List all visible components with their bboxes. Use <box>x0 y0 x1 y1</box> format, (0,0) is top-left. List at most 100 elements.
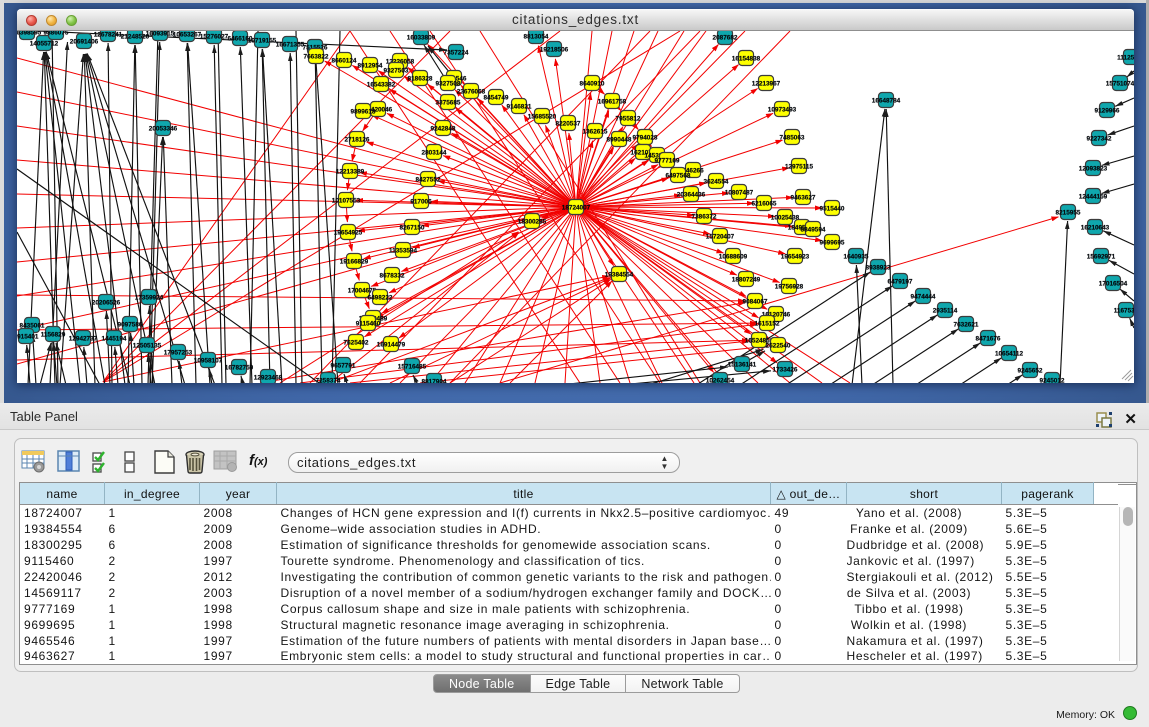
svg-text:12942737: 12942737 <box>69 336 98 343</box>
svg-text:8849594: 8849594 <box>801 227 826 234</box>
svg-text:10107553: 10107553 <box>332 198 361 205</box>
svg-text:8186328: 8186328 <box>408 76 433 83</box>
svg-text:10973493: 10973493 <box>768 107 797 114</box>
svg-text:12093823: 12093823 <box>1079 166 1108 173</box>
svg-text:18724007: 18724007 <box>562 205 591 212</box>
svg-text:9097586: 9097586 <box>118 322 143 329</box>
svg-text:12213389: 12213389 <box>336 169 365 176</box>
svg-text:7625402: 7625402 <box>344 340 369 347</box>
svg-text:12444159: 12444159 <box>1079 194 1108 201</box>
svg-text:8990448: 8990448 <box>607 137 632 144</box>
svg-text:9699695: 9699695 <box>820 240 845 247</box>
svg-text:16914479: 16914479 <box>377 342 406 349</box>
svg-text:19654923: 19654923 <box>781 254 810 261</box>
svg-text:9463627: 9463627 <box>791 195 816 202</box>
svg-text:7386372: 7386372 <box>692 214 717 221</box>
svg-text:1445194: 1445194 <box>102 336 127 343</box>
svg-text:2935114: 2935114 <box>933 308 958 315</box>
svg-text:10653267: 10653267 <box>173 32 202 39</box>
svg-text:11353594: 11353594 <box>389 248 418 255</box>
svg-text:3915401: 3915401 <box>17 334 39 341</box>
svg-text:20364436: 20364436 <box>677 192 706 199</box>
svg-text:7485063: 7485063 <box>780 135 805 142</box>
svg-text:8938923: 8938923 <box>866 265 891 272</box>
svg-text:16782759: 16782759 <box>225 365 254 372</box>
svg-text:9245012: 9245012 <box>1040 378 1065 384</box>
svg-text:8427552: 8427552 <box>416 177 441 184</box>
svg-text:9227342: 9227342 <box>1087 136 1112 143</box>
svg-text:9657791: 9657791 <box>331 363 356 370</box>
svg-text:7258374: 7258374 <box>316 378 341 384</box>
svg-text:19218506: 19218506 <box>540 47 569 54</box>
svg-text:20053346: 20053346 <box>149 126 178 133</box>
svg-text:20691406: 20691406 <box>70 39 99 46</box>
svg-text:16210643: 16210643 <box>1081 225 1110 232</box>
svg-text:917006: 917006 <box>410 199 432 206</box>
svg-text:6216065: 6216065 <box>752 201 777 208</box>
svg-text:7357224: 7357224 <box>444 50 469 57</box>
svg-text:8678332: 8678332 <box>380 273 405 280</box>
svg-text:8471676: 8471676 <box>976 336 1001 343</box>
svg-text:9327503: 9327503 <box>384 68 409 75</box>
svg-text:12975115: 12975115 <box>785 164 814 171</box>
svg-text:8817904: 8817904 <box>422 379 447 384</box>
svg-text:15720407: 15720407 <box>706 234 735 241</box>
svg-text:16543382: 16543382 <box>367 82 396 89</box>
svg-text:12505135: 12505135 <box>133 343 162 350</box>
svg-text:16093915: 16093915 <box>146 31 175 38</box>
svg-text:16648784: 16648784 <box>872 98 901 105</box>
svg-text:8640910: 8640910 <box>580 81 605 88</box>
svg-text:9146821: 9146821 <box>507 104 532 111</box>
svg-text:19756928: 19756928 <box>775 284 804 291</box>
svg-text:7663822: 7663822 <box>304 54 329 61</box>
svg-text:12213967: 12213967 <box>752 81 781 88</box>
svg-text:9129966: 9129966 <box>1095 108 1120 115</box>
svg-text:9245652: 9245652 <box>1018 368 1043 375</box>
svg-text:1640935: 1640935 <box>844 254 869 261</box>
svg-text:8912954: 8912954 <box>358 63 383 70</box>
svg-text:2718126: 2718126 <box>345 137 370 144</box>
svg-text:9327508: 9327508 <box>436 81 461 88</box>
svg-text:8215955: 8215955 <box>1056 210 1081 217</box>
svg-text:8660124: 8660124 <box>332 58 357 65</box>
svg-text:8454749: 8454749 <box>484 95 509 102</box>
svg-text:17016504: 17016504 <box>1099 281 1128 288</box>
svg-text:9886075: 9886075 <box>44 31 69 37</box>
svg-text:3624554: 3624554 <box>704 179 729 186</box>
svg-text:9515440: 9515440 <box>820 206 845 213</box>
svg-text:16154838: 16154838 <box>732 56 761 63</box>
svg-text:10807487: 10807487 <box>725 190 754 197</box>
svg-text:7955812: 7955812 <box>616 116 641 123</box>
svg-text:18300295: 18300295 <box>518 219 547 226</box>
svg-text:15751074: 15751074 <box>1106 81 1134 88</box>
svg-text:14055712: 14055712 <box>30 41 59 48</box>
svg-text:19654925: 19654925 <box>334 230 363 237</box>
svg-text:10688609: 10688609 <box>719 254 748 261</box>
svg-text:16033809: 16033809 <box>407 35 436 42</box>
svg-text:2522540: 2522540 <box>766 343 791 350</box>
svg-text:17359924: 17359924 <box>135 295 164 302</box>
svg-text:15692971: 15692971 <box>1087 254 1116 261</box>
svg-text:6479197: 6479197 <box>888 279 913 286</box>
svg-text:8267150: 8267150 <box>400 225 425 232</box>
svg-text:12678241: 12678241 <box>94 32 123 39</box>
svg-text:19384554: 19384554 <box>605 272 634 279</box>
svg-text:1615152: 1615152 <box>755 321 780 328</box>
svg-text:20206526: 20206526 <box>92 300 121 307</box>
svg-text:1167533: 1167533 <box>1114 308 1134 315</box>
svg-text:6498222: 6498222 <box>368 295 393 302</box>
svg-text:15276027: 15276027 <box>200 34 229 41</box>
svg-text:9777169: 9777169 <box>655 158 680 165</box>
svg-text:9115460: 9115460 <box>356 321 381 328</box>
svg-text:15136141: 15136141 <box>728 362 757 369</box>
svg-text:8813054: 8813054 <box>524 34 549 41</box>
svg-text:11125439: 11125439 <box>1117 55 1134 62</box>
svg-text:6497568: 6497568 <box>666 173 691 180</box>
svg-text:12923468: 12923468 <box>254 375 283 382</box>
svg-text:1156829: 1156829 <box>41 332 66 339</box>
svg-text:23676068: 23676068 <box>457 89 486 96</box>
svg-text:2087682: 2087682 <box>713 35 738 42</box>
svg-text:10654112: 10654112 <box>995 351 1024 358</box>
svg-text:10958107: 10958107 <box>194 358 223 365</box>
svg-text:15685520: 15685520 <box>528 114 557 121</box>
